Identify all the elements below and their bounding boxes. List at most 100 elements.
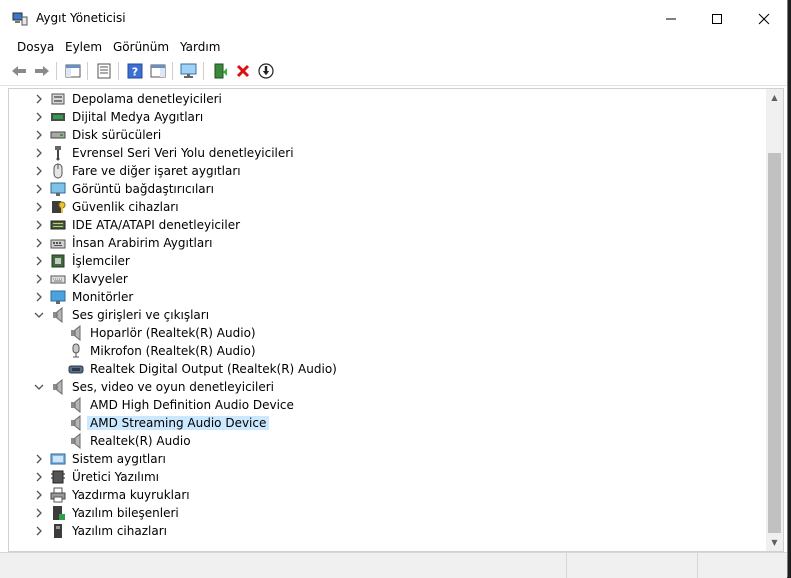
tree-category[interactable]: IDE ATA/ATAPI denetleyiciler	[9, 216, 749, 234]
tree-item-label: Yazdırma kuyrukları	[72, 488, 190, 502]
tree-category[interactable]: Ses, video ve oyun denetleyicileri	[9, 378, 749, 396]
chevron-down-icon[interactable]	[33, 309, 45, 321]
show-hide-tree-icon[interactable]	[64, 62, 82, 80]
chevron-right-icon[interactable]	[33, 525, 45, 537]
chevron-right-icon[interactable]	[33, 237, 45, 249]
scroll-down-icon[interactable]: ▼	[766, 534, 783, 551]
toolbar-separator	[172, 62, 173, 80]
menu-yardim[interactable]: Yardım	[180, 40, 220, 54]
toolbar-separator	[118, 62, 119, 80]
chevron-right-icon[interactable]	[33, 129, 45, 141]
microphone-icon	[68, 343, 84, 359]
back-icon[interactable]	[10, 62, 28, 80]
menu-gorunum[interactable]: Görünüm	[113, 40, 169, 54]
chevron-right-icon[interactable]	[33, 507, 45, 519]
action-pane-icon[interactable]	[149, 62, 167, 80]
status-bar	[0, 552, 787, 578]
tree-category[interactable]: İşlemciler	[9, 252, 749, 270]
chevron-right-icon[interactable]	[33, 147, 45, 159]
chevron-right-icon[interactable]	[33, 255, 45, 267]
vertical-scrollbar[interactable]: ▲ ▼	[766, 88, 784, 552]
chevron-right-icon[interactable]	[33, 219, 45, 231]
display-adapter-icon	[50, 181, 66, 197]
tree-category[interactable]: Ses girişleri ve çıkışları	[9, 306, 749, 324]
tree-category[interactable]: Görüntü bağdaştırıcıları	[9, 180, 749, 198]
tree-item-label: IDE ATA/ATAPI denetleyiciler	[72, 218, 241, 232]
tree-device[interactable]: AMD Streaming Audio Device	[9, 414, 749, 432]
tree-item-label: Fare ve diğer işaret aygıtları	[72, 164, 241, 178]
chevron-right-icon[interactable]	[33, 165, 45, 177]
speaker-icon	[68, 432, 84, 450]
forward-icon[interactable]	[33, 62, 51, 80]
menu-dosya[interactable]: Dosya	[17, 40, 54, 54]
tree-category[interactable]: Üretici Yazılımı	[9, 468, 749, 486]
tree-category[interactable]: İnsan Arabirim Aygıtları	[9, 234, 749, 252]
tree-category[interactable]: Depolama denetleyicileri	[9, 90, 749, 108]
menu-bar: Dosya Eylem Görünüm Yardım	[0, 38, 787, 58]
tree-device[interactable]: Hoparlör (Realtek(R) Audio)	[9, 324, 749, 342]
svg-text:?: ?	[132, 66, 138, 79]
chevron-right-icon[interactable]	[33, 111, 45, 123]
minimize-button[interactable]	[648, 0, 694, 38]
mouse-icon	[50, 163, 66, 179]
tree-category[interactable]: Dijital Medya Aygıtları	[9, 108, 749, 126]
scrollbar-thumb[interactable]	[768, 153, 781, 533]
hid-icon	[50, 235, 66, 251]
chevron-right-icon[interactable]	[33, 93, 45, 105]
tree-device[interactable]: Mikrofon (Realtek(R) Audio)	[9, 342, 749, 360]
speaker-icon	[50, 378, 66, 396]
uninstall-icon[interactable]	[234, 62, 252, 80]
ide-controller-icon	[50, 217, 66, 233]
storage-controller-icon	[50, 91, 66, 107]
scroll-up-icon[interactable]: ▲	[766, 89, 783, 106]
speaker-icon	[68, 396, 84, 414]
tree-item-label: Monitörler	[72, 290, 134, 304]
tree-category[interactable]: Sistem aygıtları	[9, 450, 749, 468]
menu-eylem[interactable]: Eylem	[65, 40, 102, 54]
chevron-right-icon[interactable]	[33, 273, 45, 285]
chevron-right-icon[interactable]	[33, 201, 45, 213]
software-device-icon	[50, 523, 66, 539]
close-button[interactable]	[741, 0, 787, 38]
tree-item-label: Mikrofon (Realtek(R) Audio)	[90, 344, 256, 358]
chevron-right-icon[interactable]	[33, 183, 45, 195]
tree-item-label: Ses, video ve oyun denetleyicileri	[72, 380, 275, 394]
tree-device[interactable]: AMD High Definition Audio Device	[9, 396, 749, 414]
tree-category[interactable]: Disk sürücüleri	[9, 126, 749, 144]
chevron-right-icon[interactable]	[33, 471, 45, 483]
chevron-down-icon[interactable]	[33, 381, 45, 393]
title-bar[interactable]: Aygıt Yöneticisi	[0, 0, 787, 38]
disable-device-icon[interactable]	[257, 62, 275, 80]
tree-item-label: İnsan Arabirim Aygıtları	[72, 236, 213, 250]
tree-device[interactable]: Realtek(R) Audio	[9, 432, 749, 450]
tree-item-label: Depolama denetleyicileri	[72, 92, 222, 106]
tree-category[interactable]: Klavyeler	[9, 270, 749, 288]
chevron-right-icon[interactable]	[33, 489, 45, 501]
tree-category[interactable]: Evrensel Seri Veri Yolu denetleyicileri	[9, 144, 749, 162]
tree-item-label: Realtek Digital Output (Realtek(R) Audio…	[90, 362, 337, 376]
tree-item-label: AMD High Definition Audio Device	[90, 398, 294, 412]
tree-item-label: Hoparlör (Realtek(R) Audio)	[90, 326, 256, 340]
help-icon[interactable]: ?	[126, 62, 144, 80]
device-manager-icon	[12, 12, 28, 26]
tree-device[interactable]: Realtek Digital Output (Realtek(R) Audio…	[9, 360, 749, 378]
speaker-icon	[68, 324, 84, 342]
tree-item-label: Güvenlik cihazları	[72, 200, 179, 214]
chevron-right-icon[interactable]	[33, 453, 45, 465]
chevron-right-icon[interactable]	[33, 291, 45, 303]
tree-category[interactable]: Yazılım cihazları	[9, 522, 749, 540]
tree-category[interactable]: Fare ve diğer işaret aygıtları	[9, 162, 749, 180]
monitor-icon[interactable]	[180, 62, 198, 80]
firmware-icon	[50, 469, 66, 485]
tree-item-label: AMD Streaming Audio Device	[87, 416, 270, 430]
tree-category[interactable]: Yazılım bileşenleri	[9, 504, 749, 522]
update-driver-icon[interactable]	[211, 62, 229, 80]
properties-icon[interactable]	[95, 62, 113, 80]
tree-category[interactable]: Yazdırma kuyrukları	[9, 486, 749, 504]
maximize-button[interactable]	[694, 0, 740, 38]
tree-category[interactable]: Güvenlik cihazları	[9, 198, 749, 216]
device-tree[interactable]: Depolama denetleyicileri Dijital Medya Ay…	[8, 88, 766, 552]
digital-output-icon	[68, 361, 84, 377]
window-title: Aygıt Yöneticisi	[36, 11, 126, 25]
tree-category[interactable]: Monitörler	[9, 288, 749, 306]
